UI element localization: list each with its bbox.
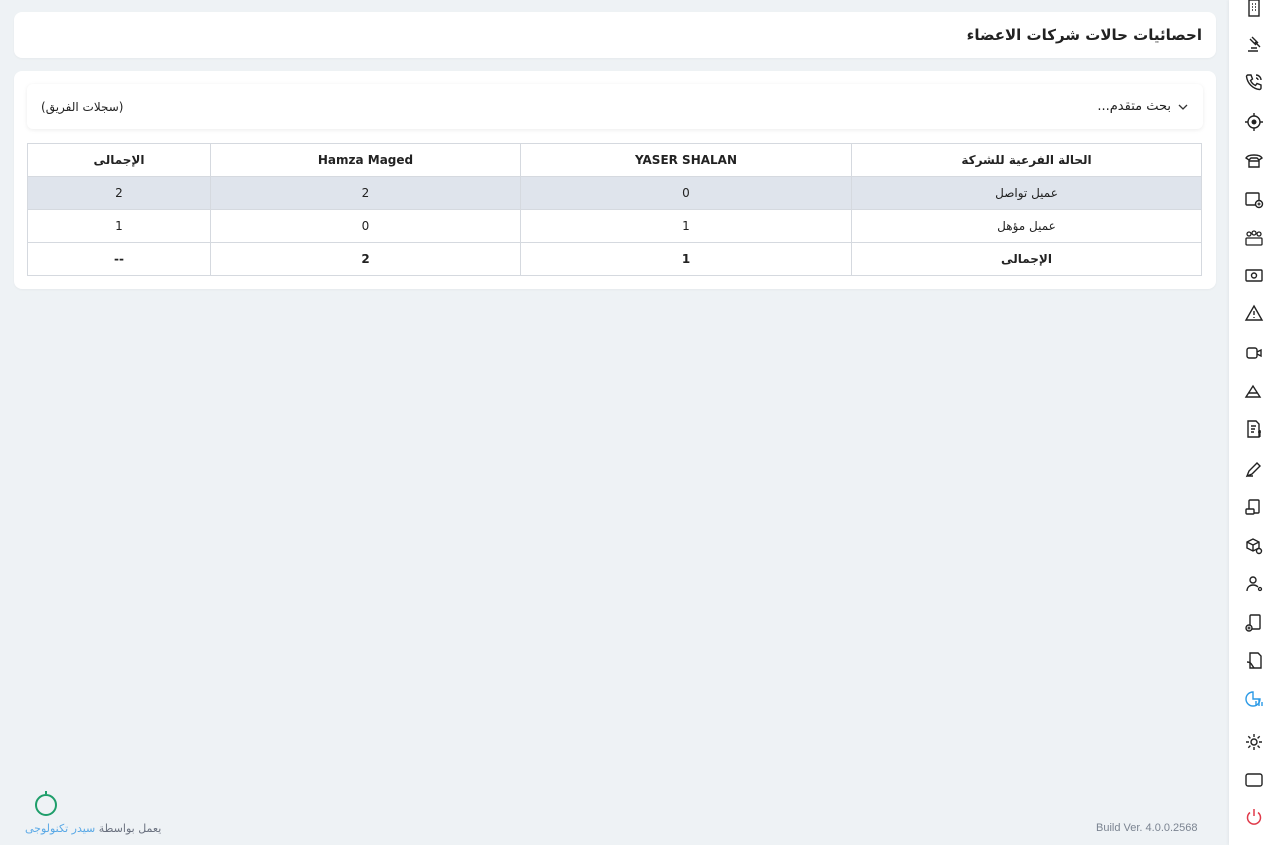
telephone-icon[interactable] [1243,149,1265,171]
table-row[interactable]: عميل مؤهل 1 0 1 [27,209,1202,243]
pie-chart-icon[interactable] [1243,688,1265,710]
sidebar-nav [1229,0,1279,845]
advanced-search-toggle[interactable]: بحث متقدم... [1097,99,1189,114]
cell-total: 1 [27,209,211,243]
cell-value: 1 [520,209,852,243]
money-icon[interactable] [1243,264,1265,286]
build-version: Build Ver. 4.0.0.2568 [1096,822,1198,834]
phone-call-icon[interactable] [1243,71,1265,93]
header-sub-status[interactable]: الحالة الفرعية للشركة [851,143,1202,177]
group-icon[interactable] [1243,227,1265,249]
header-total[interactable]: الإجمالى [27,143,211,177]
floating-action-button[interactable] [31,789,61,819]
chevron-down-icon [1177,101,1189,113]
invoice-dollar-icon[interactable] [1243,418,1265,440]
powered-by-prefix: يعمل بواسطة [98,822,162,835]
page-title: احصائيات حالات شركات الاعضاء [966,26,1202,44]
cell-status: عميل تواصل [851,176,1202,210]
table-row[interactable]: عميل تواصل 0 2 2 [27,176,1202,210]
calendar-add-icon[interactable] [1243,188,1265,210]
advanced-search-bar: (سجلات الفريق) بحث متقدم... [27,84,1203,129]
cell-value: 2 [210,176,521,210]
team-logs-link[interactable]: (سجلات الفريق) [41,100,123,114]
cell-value: 0 [520,176,852,210]
table-header-row: الحالة الفرعية للشركة YASER SHALAN Hamza… [27,143,1202,177]
cell-total: 2 [27,176,211,210]
pen-icon[interactable] [1243,458,1265,480]
cell-grand-total: -- [27,242,211,276]
settings-icon[interactable] [1243,731,1265,753]
mountain-icon[interactable] [1243,380,1265,402]
add-document-icon[interactable] [1243,612,1265,634]
warning-icon[interactable] [1243,302,1265,324]
advanced-search-label: بحث متقدم... [1097,99,1171,114]
video-call-icon[interactable] [1243,342,1265,364]
hand-document-icon[interactable] [1243,650,1265,672]
window-icon[interactable] [1243,769,1265,791]
gavel-icon[interactable] [1243,33,1265,55]
cell-total-value: 2 [210,242,521,276]
user-route-icon[interactable] [1243,573,1265,595]
main-area: احصائيات حالات شركات الاعضاء (سجلات الفر… [14,0,1216,845]
shipping-box-icon[interactable] [1243,535,1265,557]
content-card: (سجلات الفريق) بحث متقدم... الحالة الفرع… [14,71,1216,289]
powered-by-brand[interactable]: سيدر تكنولوجى [25,822,95,835]
cell-value: 0 [210,209,521,243]
cell-total-value: 1 [520,242,852,276]
power-icon[interactable] [1243,806,1265,828]
header-user-1[interactable]: YASER SHALAN [520,143,852,177]
header-user-2[interactable]: Hamza Maged [210,143,521,177]
ticket-icon[interactable] [1243,496,1265,518]
page-header: احصائيات حالات شركات الاعضاء [14,12,1216,58]
building-icon[interactable] [1243,0,1265,19]
cell-total-label: الإجمالى [851,242,1202,276]
table-total-row: الإجمالى 1 2 -- [27,242,1202,276]
refresh-icon [35,791,57,816]
location-target-icon[interactable] [1243,111,1265,133]
cell-status: عميل مؤهل [851,209,1202,243]
powered-by: يعمل بواسطة سيدر تكنولوجى [25,822,161,835]
stats-table: الحالة الفرعية للشركة YASER SHALAN Hamza… [27,143,1202,276]
